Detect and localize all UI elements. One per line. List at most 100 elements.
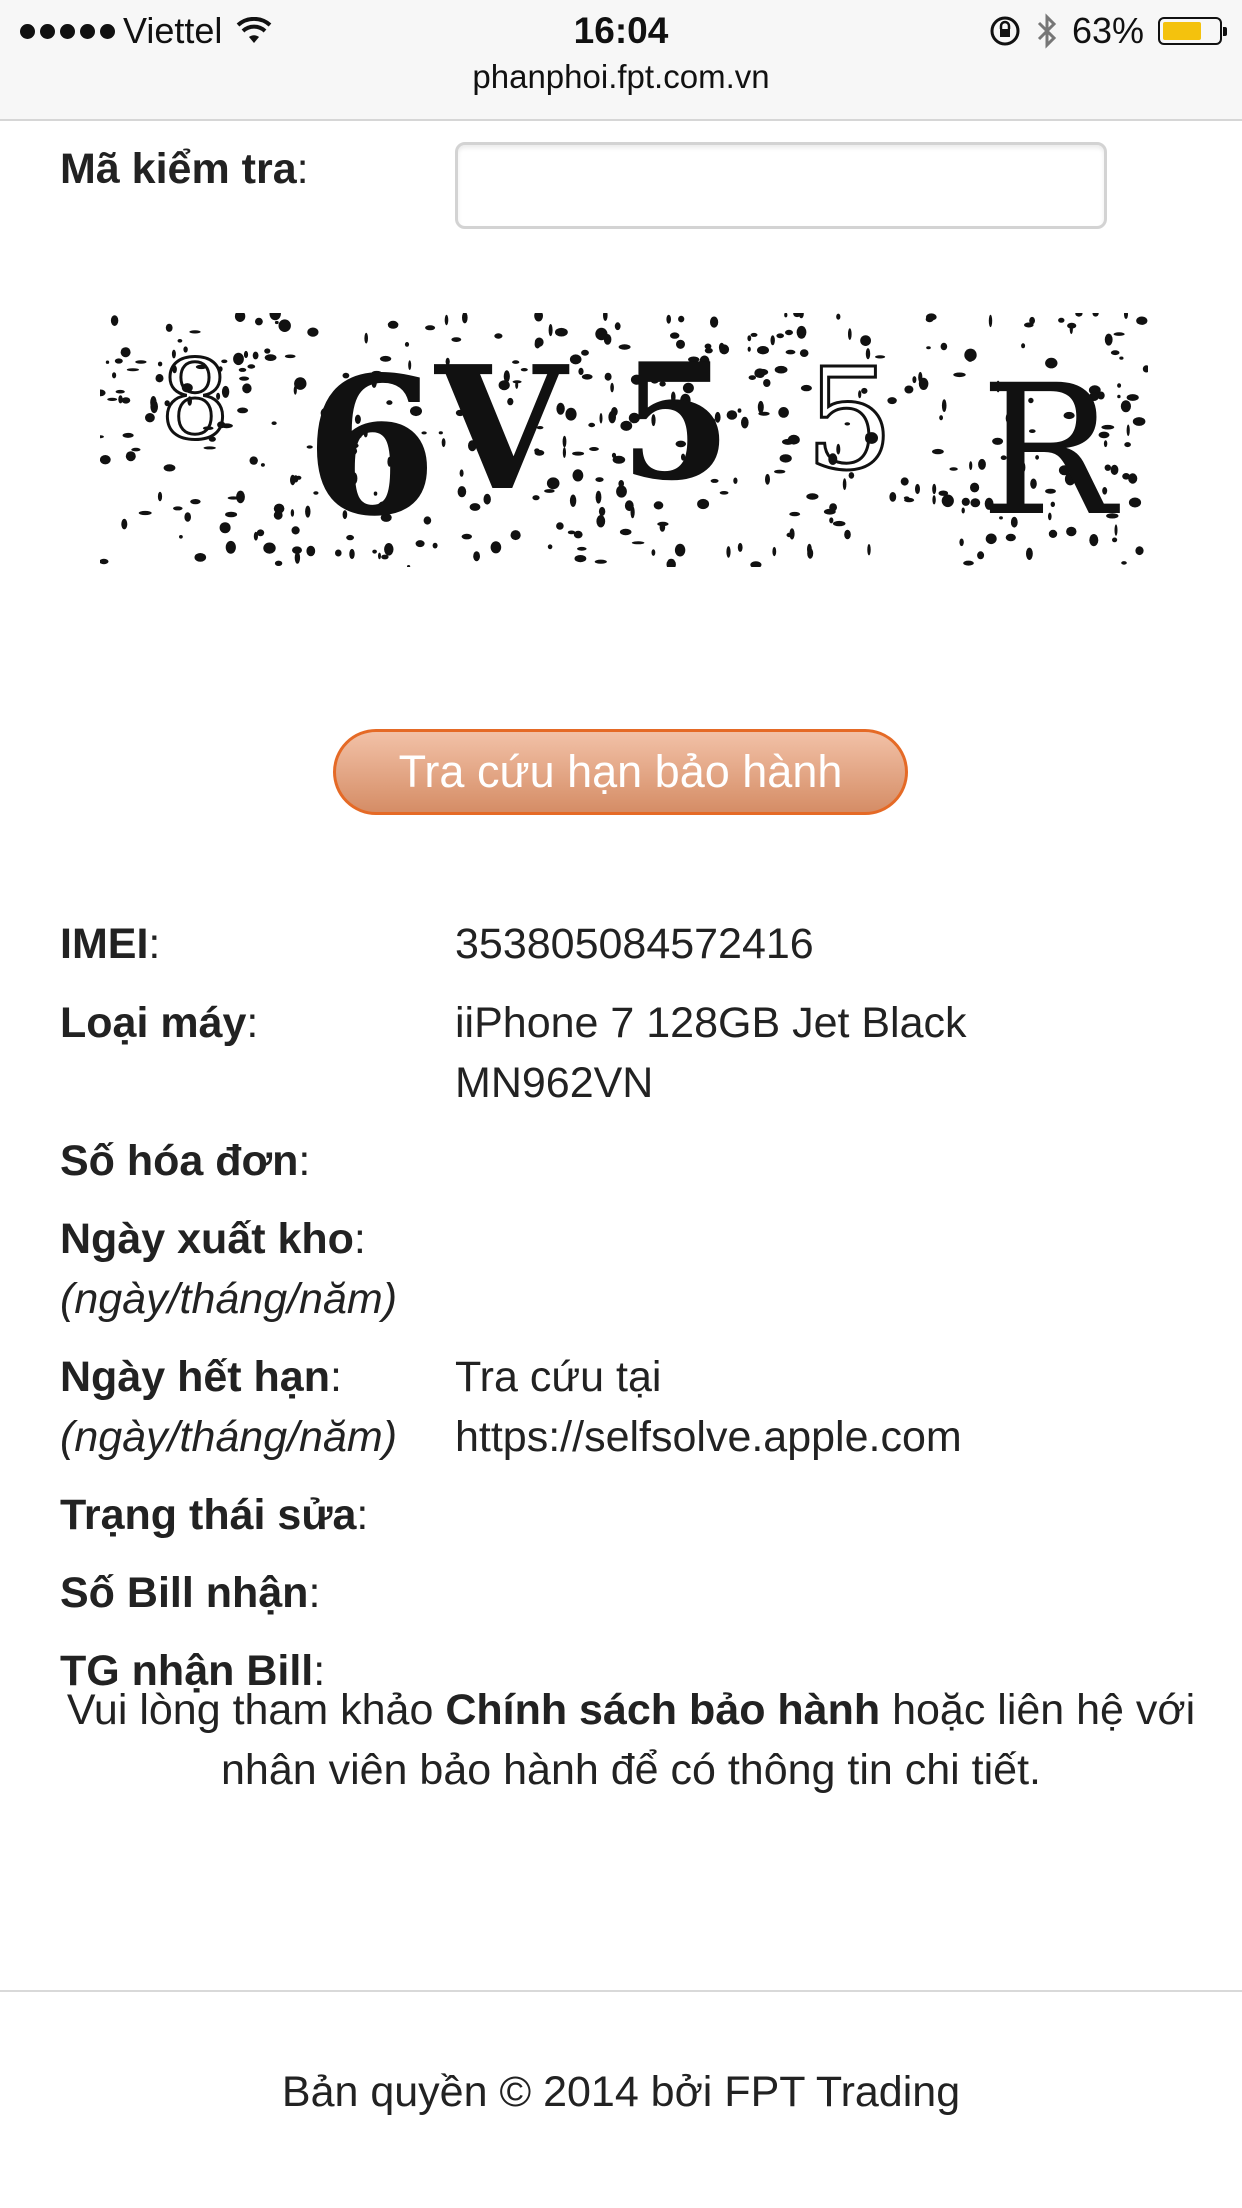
captcha-noise-dot [774,365,788,374]
captcha-noise-dot [271,421,277,425]
captcha-noise-dot [904,385,914,394]
captcha-noise-dot [912,376,917,384]
captcha-noise-dot [776,333,784,339]
captcha-noise-dot [269,313,281,321]
captcha-noise-dot [105,360,110,364]
check-warranty-button[interactable]: Tra cứu hạn bảo hành [333,729,908,815]
captcha-noise-dot [748,375,756,380]
captcha-noise-dot [284,354,296,359]
imei-value: 353805084572416 [455,920,814,968]
bluetooth-icon [1037,13,1057,49]
captcha-image: 8 6 V 5 5 R [100,313,1148,567]
model-value: iiPhone 7 128GB Jet Black MN962VN [455,993,967,1113]
captcha-noise-dot [925,313,937,321]
captcha-noise-dot [941,399,947,412]
model-value-line-1: iiPhone 7 128GB Jet Black [455,999,967,1047]
captcha-noise-dot [125,451,136,462]
captcha-noise-dot [462,313,468,324]
captcha-noise-dot [832,520,846,527]
captcha-noise-dot [237,407,249,414]
captcha-noise-dot [252,351,259,360]
warranty-note: Vui lòng tham khảo Chính sách bảo hành h… [66,1686,1196,1794]
captcha-noise-dot [444,314,449,326]
captcha-noise-dot [1058,317,1065,323]
captcha-char-5: 5 [805,339,894,502]
orientation-lock-icon [990,16,1020,46]
captcha-noise-dot [114,358,123,364]
captcha-noise-dot [407,565,411,567]
captcha-noise-dot [595,490,602,504]
captcha-noise-dot [741,416,749,429]
captcha-label: Mã kiểm tra: [60,145,309,193]
captcha-noise-dot [1142,365,1148,373]
captcha-noise-dot [678,315,685,323]
captcha-noise-dot [100,455,111,465]
captcha-noise-dot [1126,394,1139,401]
captcha-noise-dot [785,329,793,336]
captcha-noise-dot [1067,322,1077,329]
captcha-noise-dot [278,319,291,332]
captcha-noise-dot [184,512,191,522]
captcha-noise-dot [145,413,155,423]
captcha-noise-dot [194,553,207,562]
address-bar-url[interactable]: phanphoi.fpt.com.vn [0,58,1242,96]
bill-number-label: Số Bill nhận: [60,1569,321,1617]
captcha-noise-dot [918,371,923,383]
captcha-noise-dot [594,559,607,564]
captcha-noise-dot [234,313,246,322]
captcha-noise-dot [126,368,139,372]
captcha-noise-dot [1135,546,1144,556]
captcha-noise-dot [959,538,964,547]
captcha-noise-dot [1136,316,1148,325]
captcha-input[interactable] [455,142,1107,229]
captcha-noise-dot [1124,442,1131,448]
captcha-noise-dot [239,376,250,381]
captcha-noise-dot [789,511,801,517]
captcha-noise-dot [490,541,502,554]
captcha-noise-dot [772,546,777,557]
captcha-noise-dot [1120,400,1131,413]
captcha-noise-dot [666,558,676,567]
captcha-noise-dot [595,327,608,341]
captcha-noise-dot [961,497,970,506]
captcha-noise-dot [757,400,764,414]
captcha-noise-dot [264,348,271,354]
warranty-policy-link[interactable]: Chính sách bảo hành [445,1686,880,1734]
captcha-noise-dot [737,408,742,413]
captcha-noise-dot [823,508,836,515]
captcha-noise-dot [939,415,943,421]
captcha-noise-dot [565,407,577,421]
captcha-noise-dot [903,496,910,500]
captcha-noise-dot [733,477,738,484]
captcha-noise-dot [225,540,236,554]
expiry-value: Tra cứu tại https://selfsolve.apple.com [455,1347,962,1467]
captcha-noise-dot [970,482,980,493]
captcha-noise-dot [121,397,131,404]
captcha-noise-dot [233,352,244,366]
captcha-noise-dot [774,469,786,474]
expiry-value-link[interactable]: https://selfsolve.apple.com [455,1407,962,1467]
captcha-noise-dot [100,558,109,565]
captcha-noise-dot [253,531,258,541]
captcha-noise-dot [577,546,587,551]
captcha-noise-dot [534,313,543,322]
captcha-noise-dot [770,335,775,346]
captcha-noise-dot [747,346,751,352]
captcha-noise-dot [1124,313,1128,319]
captcha-noise-dot [293,475,299,483]
captcha-char-4: 5 [620,328,731,516]
captcha-noise-dot [610,382,614,393]
captcha-noise-dot [255,317,263,326]
captcha-noise-dot [138,510,152,516]
captcha-noise-dot [938,490,949,496]
captcha-noise-dot [619,528,632,536]
captcha-noise-dot [247,364,256,369]
captcha-noise-dot [581,374,593,380]
captcha-noise-dot [1128,497,1142,508]
captcha-noise-dot [547,544,553,550]
captcha-noise-dot [118,395,123,404]
captcha-noise-dot [651,549,656,556]
captcha-noise-dot [603,313,608,321]
captcha-noise-dot [829,517,834,524]
captcha-noise-dot [110,315,119,326]
